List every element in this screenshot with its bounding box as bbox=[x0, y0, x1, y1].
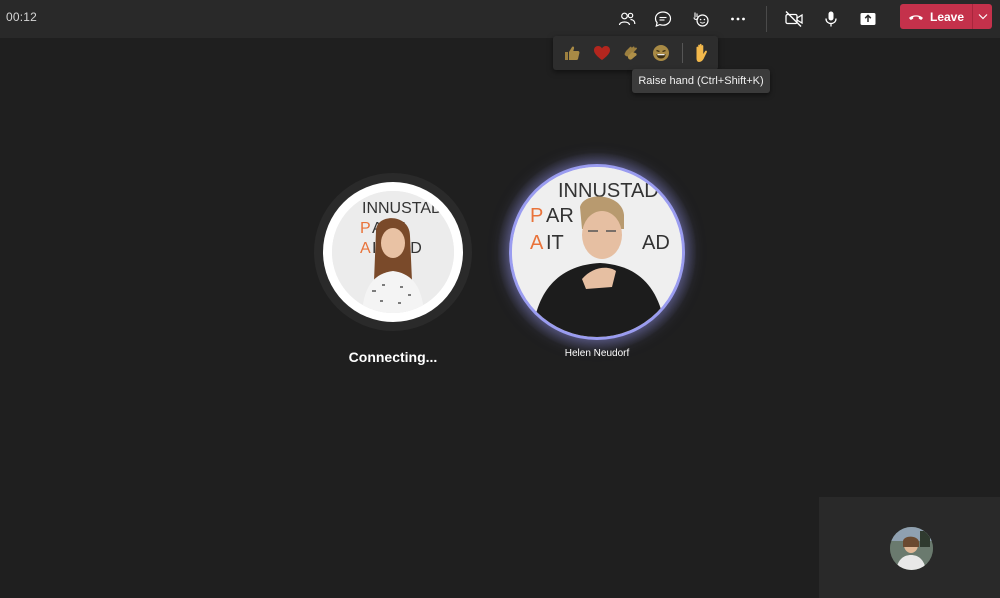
hang-up-icon bbox=[909, 14, 923, 20]
camera-toggle-button[interactable] bbox=[779, 4, 809, 34]
more-actions-icon bbox=[731, 17, 745, 21]
people-button[interactable] bbox=[612, 4, 642, 34]
reactions-icon bbox=[693, 12, 709, 27]
reaction-like[interactable] bbox=[561, 42, 583, 64]
avatar: INNUSTAD P ARN A ITMAD bbox=[332, 191, 454, 313]
leave-options-dropdown[interactable] bbox=[973, 4, 992, 29]
participant-tile-helen[interactable]: INNUSTAD P AR A IT AD bbox=[498, 153, 696, 351]
thumbs-up-icon bbox=[565, 46, 580, 60]
chevron-down-icon bbox=[978, 14, 987, 20]
participant-tile-connecting[interactable]: INNUSTAD P ARN A ITMAD bbox=[314, 173, 472, 331]
leave-label: Leave bbox=[930, 9, 965, 24]
leave-main-action[interactable]: Leave bbox=[900, 4, 972, 29]
svg-text:P: P bbox=[360, 220, 371, 237]
speaking-ring: INNUSTAD P AR A IT AD bbox=[509, 164, 685, 340]
svg-text:INNUSTAD: INNUSTAD bbox=[362, 200, 443, 217]
reaction-heart[interactable] bbox=[591, 42, 613, 64]
connecting-status: Connecting... bbox=[348, 349, 438, 365]
raised-hand-icon bbox=[696, 43, 707, 62]
reactions-flyout bbox=[553, 36, 718, 70]
participant-name-label: Helen Neudorf bbox=[564, 348, 630, 359]
chat-button[interactable] bbox=[648, 4, 678, 34]
reaction-laugh[interactable] bbox=[650, 42, 672, 64]
reaction-applause[interactable] bbox=[620, 42, 642, 64]
reaction-raise-hand[interactable] bbox=[690, 42, 712, 64]
svg-text:A: A bbox=[360, 240, 371, 257]
share-screen-icon bbox=[860, 13, 876, 25]
microphone-button[interactable] bbox=[816, 4, 846, 34]
microphone-icon bbox=[825, 11, 837, 27]
laughing-face-icon bbox=[653, 45, 669, 61]
svg-text:AD: AD bbox=[642, 232, 670, 254]
reactions-divider bbox=[682, 43, 683, 63]
svg-text:AR: AR bbox=[546, 205, 574, 227]
camera-off-icon bbox=[785, 11, 803, 27]
raise-hand-tooltip: Raise hand (Ctrl+Shift+K) bbox=[632, 69, 770, 93]
chat-icon bbox=[654, 11, 672, 27]
self-avatar bbox=[890, 527, 933, 570]
reactions-button[interactable] bbox=[686, 4, 716, 34]
people-icon bbox=[618, 12, 636, 26]
more-actions-button[interactable] bbox=[723, 4, 753, 34]
toolbar-divider bbox=[766, 6, 767, 32]
clapping-hands-icon bbox=[624, 46, 637, 60]
svg-text:P: P bbox=[530, 205, 543, 227]
avatar-frame: INNUSTAD P ARN A ITMAD bbox=[323, 182, 463, 322]
call-timer: 00:12 bbox=[6, 10, 38, 24]
heart-icon bbox=[594, 46, 610, 60]
share-screen-button[interactable] bbox=[853, 4, 883, 34]
svg-text:IT: IT bbox=[546, 232, 564, 254]
svg-text:A: A bbox=[530, 232, 544, 254]
avatar: INNUSTAD P AR A IT AD bbox=[512, 167, 682, 337]
self-view-tile[interactable] bbox=[819, 497, 1000, 598]
call-toolbar: 00:12 Leave bbox=[0, 0, 1000, 38]
leave-button[interactable]: Leave bbox=[900, 4, 992, 29]
